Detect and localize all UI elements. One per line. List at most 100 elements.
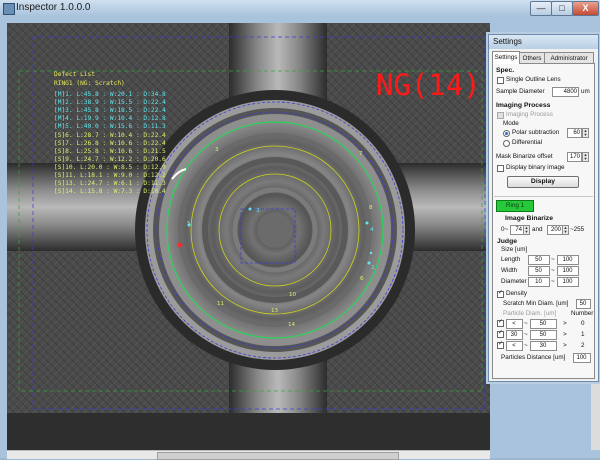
particle-row-checkbox[interactable] <box>497 340 504 349</box>
particle-row-number: 1 <box>581 331 585 338</box>
diameter-max-input[interactable]: 100 <box>557 277 579 287</box>
mask-binarize-input[interactable]: 170 <box>567 152 582 162</box>
imaging-process-heading: Imaging Process <box>496 102 551 109</box>
imaging-process-checkbox[interactable] <box>497 112 504 119</box>
differential-radio[interactable] <box>503 140 510 147</box>
scrollbar-thumb[interactable] <box>157 452 399 460</box>
defect-list-item: [S]8. L:25.8 : W:10.6 : D:21.5 <box>54 147 166 155</box>
defect-marker-label: 10 <box>289 292 297 298</box>
display-binary-label: Display binary image <box>506 164 565 171</box>
length-label: Length <box>501 256 521 263</box>
settings-tab-content: Spec. Single Outline Lens Sample Diamete… <box>492 63 595 379</box>
binarize-low-input[interactable]: 74 <box>510 225 524 235</box>
minimize-button[interactable]: — <box>530 1 552 16</box>
app-icon <box>3 3 15 15</box>
image-binarize-heading: Image Binarize <box>505 215 553 222</box>
particles-distance-label: Particles Distance [um] <box>501 354 566 361</box>
scratch-min-label: Scratch Min Diam. [um] <box>503 300 569 307</box>
binarize-low-spinner[interactable]: ▲ ▼ <box>523 225 530 235</box>
width-label: Width <box>501 267 518 274</box>
sample-diameter-label: Sample Diameter <box>496 88 545 95</box>
number-label: Number <box>571 310 594 317</box>
length-separator: ~ <box>551 256 555 263</box>
defect-marker-label: 6 <box>360 276 364 282</box>
particle-row-upper[interactable]: 50 <box>530 330 557 340</box>
size-label: Size [um] <box>501 246 528 253</box>
ring-1-button[interactable]: Ring 1 <box>496 200 534 212</box>
maximize-button[interactable]: □ <box>551 1 573 16</box>
sample-diameter-input[interactable]: 4800 <box>552 87 579 97</box>
defect-marker-label: 5 <box>187 221 191 227</box>
divider <box>494 196 593 197</box>
defect-list-item: [M]3. L:45.8 : W:18.5 : D:22.4 <box>54 107 166 115</box>
vertical-scrollbar[interactable] <box>591 380 600 450</box>
particle-row-operator: > <box>563 331 567 338</box>
defect-list-title: Defect List <box>54 71 95 78</box>
single-outline-lens-checkbox[interactable] <box>497 77 504 84</box>
close-button[interactable]: X <box>572 1 599 16</box>
scratch-min-input[interactable]: 50 <box>576 299 591 309</box>
sample-diameter-unit: um <box>581 88 590 95</box>
width-min-input[interactable]: 50 <box>528 266 550 276</box>
particle-row-checkbox[interactable] <box>497 318 504 327</box>
spec-heading: Spec. <box>496 67 515 74</box>
defect-marker-label: 3 <box>256 208 260 214</box>
defect-list-item: [M]2. L:38.9 : W:15.5 : D:22.4 <box>54 99 166 107</box>
mode-label: Mode <box>503 120 519 127</box>
inspector-window: Inspector 1.0.0.0 — □ X Defect List RING… <box>0 0 600 460</box>
binarize-suffix: ~255 <box>570 226 585 233</box>
particle-row-lower[interactable]: < <box>506 341 523 351</box>
inspection-image-view[interactable]: Defect List RING1 (NG: Scratch) [M]1. L:… <box>7 23 490 450</box>
particle-row-upper[interactable]: 30 <box>530 341 557 351</box>
defect-list-subtitle: RING1 (NG: Scratch) <box>54 80 125 87</box>
particle-row-upper[interactable]: 50 <box>530 319 557 329</box>
particle-row-operator: > <box>563 342 567 349</box>
binarize-high-input[interactable]: 200 <box>547 225 563 235</box>
judge-heading: Judge <box>497 238 518 245</box>
defect-marker-label: 13 <box>271 308 279 314</box>
imaging-process-checkbox-label: Imaging Process <box>506 111 553 118</box>
length-max-input[interactable]: 100 <box>557 255 579 265</box>
particle-diam-label: Particle Diam. [um] <box>503 310 557 317</box>
polar-subtraction-label: Polar subtraction <box>512 129 560 136</box>
mask-binarize-spinner[interactable]: ▲ ▼ <box>582 152 589 162</box>
binarize-high-spinner[interactable]: ▲ ▼ <box>562 225 569 235</box>
defect-list-item: [S]6. L:28.7 : W:10.4 : D:22.4 <box>54 131 166 139</box>
particle-row-lower[interactable]: < <box>506 319 523 329</box>
defect-marker-label: 7 <box>359 151 363 157</box>
defect-marker-label: 4 <box>370 227 374 233</box>
mask-binarize-label: Mask Binarize offset <box>496 153 553 160</box>
defect-marker-label: 14 <box>288 322 296 328</box>
density-label: Density <box>506 290 527 297</box>
density-checkbox[interactable] <box>497 289 504 298</box>
polar-subtraction-radio[interactable] <box>503 130 510 137</box>
single-outline-lens-label: Single Outline Lens <box>506 76 561 83</box>
width-max-input[interactable]: 100 <box>557 266 579 276</box>
defect-marker-label: 11 <box>217 301 225 307</box>
differential-label: Differential <box>512 139 542 146</box>
settings-panel: Settings Settings Others Administrator S… <box>488 34 599 382</box>
defect-marker-label: 3 <box>215 147 219 153</box>
length-min-input[interactable]: 50 <box>528 255 550 265</box>
width-separator: ~ <box>551 267 555 274</box>
particle-row-number: 2 <box>581 342 585 349</box>
defect-list-item: [S]14. L:15.8 : W:7.3 : D:10.4 <box>54 188 166 196</box>
particle-row-lower[interactable]: 30 <box>506 330 523 340</box>
defect-list-item: [M]4. L:19.9 : W:10.4 : D:12.8 <box>54 115 166 123</box>
particle-row-checkbox[interactable] <box>497 329 504 338</box>
polar-subtraction-input[interactable]: 60 <box>567 128 582 138</box>
particles-distance-input[interactable]: 100 <box>573 353 591 363</box>
defect-marker-label: 8 <box>369 205 373 211</box>
display-binary-checkbox[interactable] <box>497 165 504 172</box>
settings-title: Settings <box>489 35 598 49</box>
diameter-min-input[interactable]: 10 <box>528 277 550 287</box>
display-button[interactable]: Display <box>507 176 579 188</box>
window-title: Inspector 1.0.0.0 <box>16 2 91 13</box>
defect-list-item: [M]5. L:40.0 : W:15.6 : D:11.3 <box>54 123 166 131</box>
diameter-label: Diameter <box>501 278 527 285</box>
tab-settings[interactable]: Settings <box>492 51 520 64</box>
defect-list-item: [S]11. L:18.1 : W:9.0 : D:12.2 <box>54 172 166 179</box>
polar-subtraction-spinner[interactable]: ▲ ▼ <box>582 128 589 138</box>
defect-list-item: [S]10. L:20.0 : W:8.5 : D:12.9 <box>54 163 166 171</box>
title-bar[interactable]: Inspector 1.0.0.0 — □ X <box>0 0 600 16</box>
